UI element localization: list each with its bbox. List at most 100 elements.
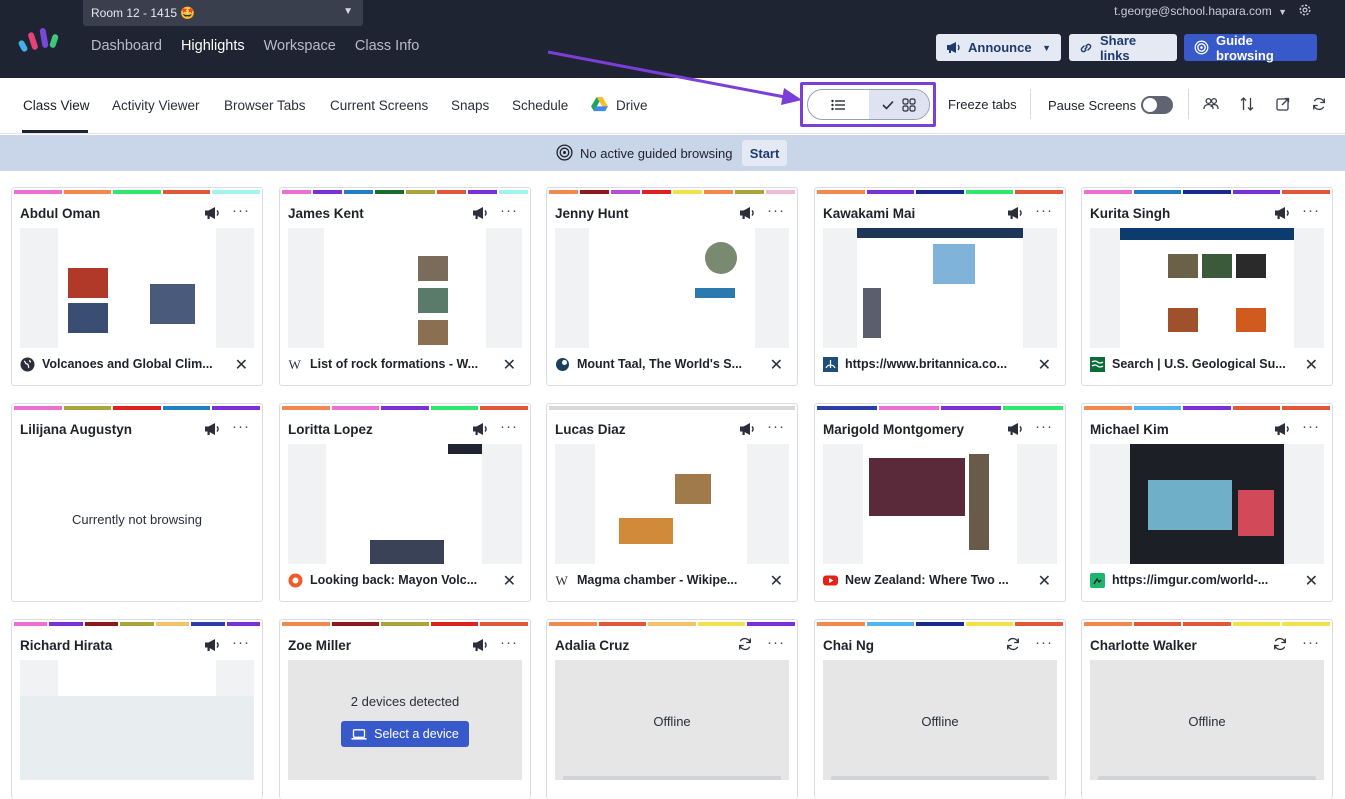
list-view-button[interactable]	[808, 90, 869, 119]
more-options-icon[interactable]: ···	[1302, 202, 1320, 219]
sort-icon[interactable]	[1239, 96, 1255, 112]
more-options-icon[interactable]: ···	[1035, 202, 1053, 219]
megaphone-icon[interactable]	[204, 206, 220, 220]
close-tab-icon[interactable]: ✕	[235, 355, 248, 375]
need-help-button[interactable]	[831, 776, 1049, 780]
megaphone-icon[interactable]	[204, 638, 220, 652]
student-card[interactable]: Zoe Miller ··· 2 devices detected Select a …	[279, 619, 531, 799]
screen-thumbnail[interactable]	[288, 444, 522, 564]
screen-thumbnail[interactable]	[555, 228, 789, 348]
screen-thumbnail[interactable]	[288, 228, 522, 348]
student-card[interactable]: Kurita Singh ··· Search | U.S. Geological …	[1081, 187, 1333, 386]
more-options-icon[interactable]: ···	[232, 418, 250, 435]
nav-dashboard[interactable]: Dashboard	[91, 38, 162, 54]
share-links-button[interactable]: Share links	[1069, 33, 1177, 63]
hapara-logo-icon[interactable]	[18, 24, 62, 52]
pause-screens-toggle[interactable]	[1141, 96, 1173, 114]
active-tab[interactable]: Mount Taal, The World's S... ✕	[555, 354, 791, 376]
close-tab-icon[interactable]: ✕	[503, 355, 516, 375]
student-card[interactable]: Marigold Montgomery ··· New Zealand: Where…	[814, 403, 1066, 602]
screen-thumbnail[interactable]	[555, 444, 789, 564]
screen-thumbnail[interactable]	[20, 228, 254, 348]
more-options-icon[interactable]: ···	[1302, 418, 1320, 435]
select-device-button[interactable]: Select a device	[341, 721, 469, 747]
megaphone-icon[interactable]	[472, 638, 488, 652]
screen-thumbnail[interactable]	[823, 444, 1057, 564]
tab-browser-tabs[interactable]: Browser Tabs	[224, 98, 306, 113]
more-options-icon[interactable]: ···	[767, 418, 785, 435]
student-card[interactable]: Charlotte Walker ··· Offline	[1081, 619, 1333, 799]
nav-class-info[interactable]: Class Info	[355, 38, 419, 54]
screen-thumbnail[interactable]	[823, 228, 1057, 348]
student-card[interactable]: Jenny Hunt ··· Mount Taal, The World's S..…	[546, 187, 798, 386]
active-tab[interactable]: New Zealand: Where Two ... ✕	[823, 570, 1059, 592]
close-tab-icon[interactable]: ✕	[770, 355, 783, 375]
megaphone-icon[interactable]	[1007, 422, 1023, 436]
active-tab[interactable]: W List of rock formations - W... ✕	[288, 354, 524, 376]
more-options-icon[interactable]: ···	[767, 634, 785, 651]
need-help-button[interactable]	[563, 776, 781, 780]
megaphone-icon[interactable]	[472, 206, 488, 220]
student-card[interactable]: Abdul Oman ··· Volcanoes and Global Clim..…	[11, 187, 263, 386]
view-toggle[interactable]	[807, 89, 930, 120]
screen-thumbnail[interactable]	[1090, 444, 1324, 564]
active-tab[interactable]: Looking back: Mayon Volc... ✕	[288, 570, 524, 592]
refresh-icon[interactable]	[1311, 96, 1327, 112]
active-tab[interactable]: W Magma chamber - Wikipe... ✕	[555, 570, 791, 592]
nav-workspace[interactable]: Workspace	[264, 38, 336, 54]
active-tab[interactable]: Search | U.S. Geological Su... ✕	[1090, 354, 1326, 376]
need-help-button[interactable]	[1098, 776, 1316, 780]
close-tab-icon[interactable]: ✕	[1305, 355, 1318, 375]
megaphone-icon[interactable]	[204, 422, 220, 436]
megaphone-icon[interactable]	[739, 206, 755, 220]
announce-button[interactable]: Announce ▼	[936, 34, 1061, 61]
user-menu[interactable]: t.george@school.hapara.com ▼	[1114, 4, 1287, 18]
close-tab-icon[interactable]: ✕	[770, 571, 783, 591]
close-tab-icon[interactable]: ✕	[1038, 355, 1051, 375]
refresh-icon[interactable]	[1272, 636, 1288, 652]
more-options-icon[interactable]: ···	[1302, 634, 1320, 651]
more-options-icon[interactable]: ···	[1035, 634, 1053, 651]
group-icon[interactable]	[1203, 96, 1219, 112]
close-tab-icon[interactable]: ✕	[503, 571, 516, 591]
gear-icon[interactable]	[1298, 3, 1312, 17]
more-options-icon[interactable]: ···	[232, 634, 250, 651]
guide-browsing-button[interactable]: Guide browsing	[1184, 33, 1317, 63]
close-tab-icon[interactable]: ✕	[1038, 571, 1051, 591]
student-card[interactable]: Michael Kim ··· https://imgur.com/world-..…	[1081, 403, 1333, 602]
megaphone-icon[interactable]	[472, 422, 488, 436]
student-card[interactable]: Lilijana Augustyn ··· Currently not browsi…	[11, 403, 263, 602]
student-card[interactable]: Adalia Cruz ··· Offline	[546, 619, 798, 799]
start-guided-browsing-button[interactable]: Start	[742, 140, 787, 166]
tab-activity-viewer[interactable]: Activity Viewer	[112, 98, 200, 113]
active-tab[interactable]: Volcanoes and Global Clim... ✕	[20, 354, 256, 376]
room-selector[interactable]: Room 12 - 1415 🤩 ▼	[83, 0, 363, 26]
close-tab-icon[interactable]: ✕	[1305, 571, 1318, 591]
tab-schedule[interactable]: Schedule	[512, 98, 568, 113]
tab-class-view[interactable]: Class View	[23, 98, 90, 113]
more-options-icon[interactable]: ···	[500, 634, 518, 651]
refresh-icon[interactable]	[737, 636, 753, 652]
megaphone-icon[interactable]	[1274, 422, 1290, 436]
nav-highlights[interactable]: Highlights	[181, 38, 245, 54]
tab-drive[interactable]: Drive	[616, 98, 648, 113]
tab-current-screens[interactable]: Current Screens	[330, 98, 428, 113]
student-card[interactable]: Lucas Diaz ··· W Magma chamber - Wikipe... ✕	[546, 403, 798, 602]
megaphone-icon[interactable]	[1007, 206, 1023, 220]
active-tab[interactable]: https://imgur.com/world-... ✕	[1090, 570, 1326, 592]
student-card[interactable]: Loritta Lopez ··· Looking back: Mayon Volc…	[279, 403, 531, 602]
more-options-icon[interactable]: ···	[767, 202, 785, 219]
student-card[interactable]: Chai Ng ··· Offline	[814, 619, 1066, 799]
screen-thumbnail[interactable]	[20, 660, 254, 780]
student-card[interactable]: James Kent ··· W List of rock formations - …	[279, 187, 531, 386]
tab-snaps[interactable]: Snaps	[451, 98, 489, 113]
student-card[interactable]: Richard Hirata ···	[11, 619, 263, 799]
megaphone-icon[interactable]	[1274, 206, 1290, 220]
screen-thumbnail[interactable]	[1090, 228, 1324, 348]
active-tab[interactable]: https://www.britannica.co... ✕	[823, 354, 1059, 376]
more-options-icon[interactable]: ···	[500, 418, 518, 435]
more-options-icon[interactable]: ···	[500, 202, 518, 219]
student-card[interactable]: Kawakami Mai ··· https://www.britannica.co…	[814, 187, 1066, 386]
more-options-icon[interactable]: ···	[232, 202, 250, 219]
megaphone-icon[interactable]	[739, 422, 755, 436]
